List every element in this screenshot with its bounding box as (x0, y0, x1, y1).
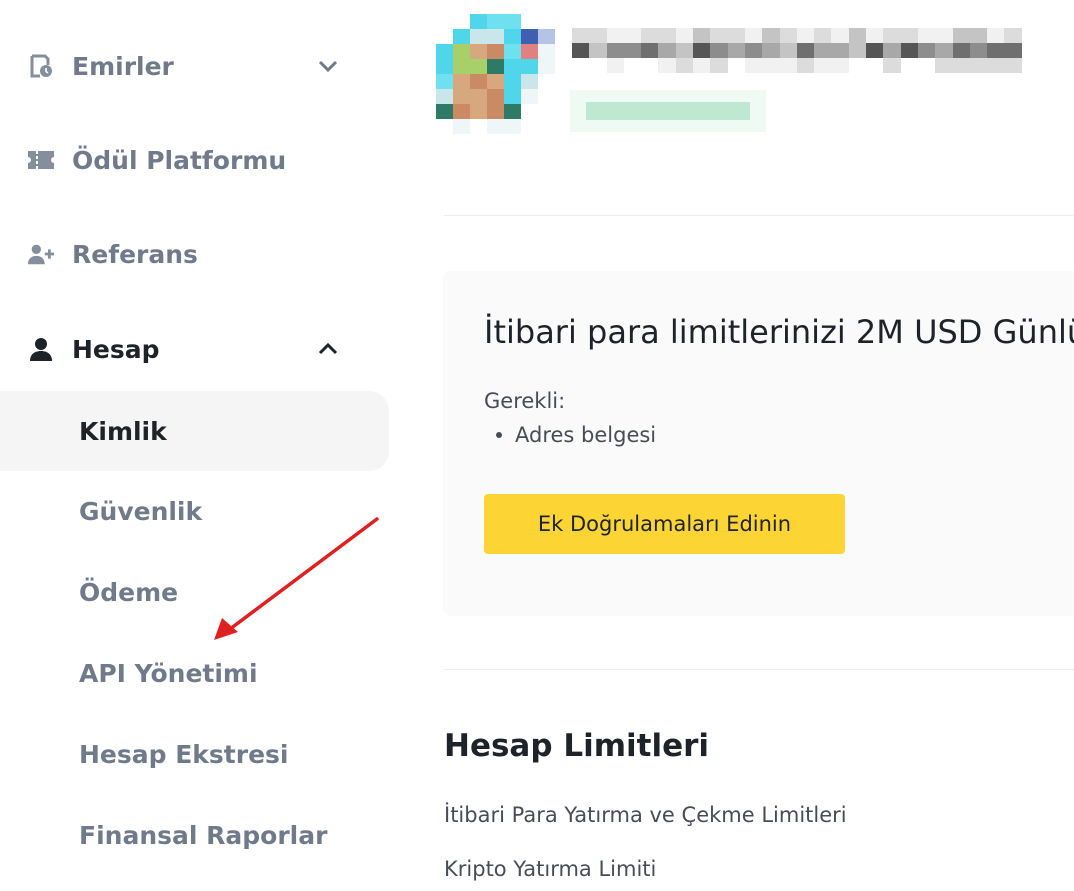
annotation-arrow (214, 517, 379, 640)
user-icon (27, 335, 55, 363)
card-title: İtibari para limitlerinizi 2M USD Günlük (484, 313, 1074, 351)
fiat-limits-link[interactable]: İtibari Para Yatırma ve Çekme Limitleri (444, 803, 847, 827)
sidebar-subitem-label: Finansal Raporlar (79, 820, 328, 850)
sidebar: Emirler Ödül Platformu Referans Hesap Ki… (0, 0, 400, 891)
sidebar-subitem-label: Ödeme (79, 577, 179, 607)
divider (444, 215, 1074, 216)
chevron-down-icon[interactable] (316, 54, 340, 78)
sidebar-item-referral[interactable]: Referans (0, 214, 389, 294)
sidebar-item-label: Hesap (72, 334, 160, 364)
sidebar-item-account[interactable]: Hesap (0, 309, 389, 389)
sidebar-subitem-account-statement[interactable]: Hesap Ekstresi (0, 714, 389, 794)
sidebar-item-label: Ödül Platformu (72, 145, 287, 175)
sidebar-subitem-label: API Yönetimi (79, 658, 258, 688)
sidebar-subitem-identity[interactable]: Kimlik (0, 391, 389, 471)
sidebar-item-label: Referans (72, 239, 198, 269)
account-limits-title: Hesap Limitleri (444, 728, 710, 764)
user-tag-redacted (570, 90, 766, 132)
add-user-icon (27, 240, 55, 268)
required-label: Gerekli: (484, 389, 566, 413)
verification-card: İtibari para limitlerinizi 2M USD Günlük… (443, 271, 1074, 616)
sidebar-subitem-financial-reports[interactable]: Finansal Raporlar (0, 795, 389, 875)
ticket-icon (27, 146, 55, 174)
bullet-icon (496, 432, 502, 438)
required-item: Adres belgesi (496, 423, 656, 447)
get-additional-verification-button[interactable]: Ek Doğrulamaları Edinin (484, 494, 845, 554)
sidebar-subitem-label: Kimlik (79, 416, 167, 446)
username-redacted (572, 28, 1022, 74)
orders-icon (27, 52, 55, 80)
chevron-up-icon[interactable] (316, 337, 340, 361)
required-item-text: Adres belgesi (515, 423, 657, 447)
crypto-deposit-limit-link[interactable]: Kripto Yatırma Limiti (444, 857, 656, 881)
sidebar-item-label: Emirler (72, 51, 174, 81)
avatar (436, 14, 572, 134)
sidebar-item-rewards[interactable]: Ödül Platformu (0, 120, 389, 200)
sidebar-item-orders[interactable]: Emirler (0, 26, 389, 106)
sidebar-subitem-label: Hesap Ekstresi (79, 739, 289, 769)
sidebar-subitem-label: Güvenlik (79, 496, 203, 526)
divider (444, 669, 1074, 670)
